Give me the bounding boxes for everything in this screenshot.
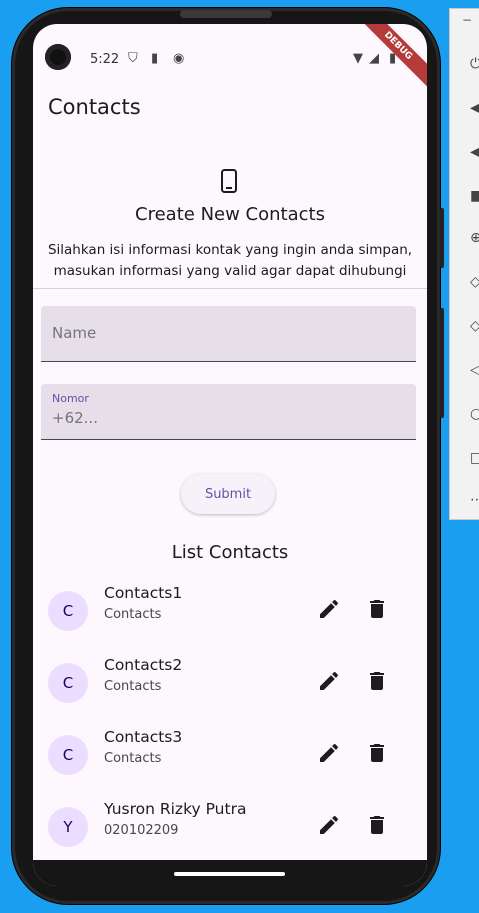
delete-icon[interactable] (365, 741, 389, 765)
avatar: C (48, 591, 88, 631)
sd-card-icon: ▮ (151, 51, 159, 66)
emulator-toolbar: − ⏻ ◀ ◀ ■ ⊕ ◇ ◇ ◁ ○ □ ⋯ (449, 8, 479, 520)
description-line-1: Silahkan isi informasi kontak yang ingin… (47, 242, 413, 258)
app-screen: DEBUG 5:22 ⛉ ▮ ◉ ▼ ◢ ▮ Contacts Create N… (33, 24, 427, 886)
submit-button[interactable]: Submit (181, 474, 275, 514)
nomor-label: Nomor (52, 392, 89, 405)
wifi-icon: ▼ (353, 51, 363, 66)
contact-number: Contacts (104, 679, 162, 694)
contact-name: Yusron Rizky Putra (104, 800, 247, 818)
more-icon[interactable]: ⋯ (470, 493, 479, 507)
notification-icon: ◉ (173, 51, 185, 66)
camera-icon[interactable]: ■ (470, 189, 479, 203)
overview-icon[interactable]: □ (470, 451, 479, 465)
edit-icon[interactable] (317, 597, 341, 621)
contact-number: Contacts (104, 607, 162, 622)
back-icon[interactable]: ◁ (470, 363, 479, 377)
avatar: C (48, 663, 88, 703)
edit-icon[interactable] (317, 813, 341, 837)
volume-button (440, 208, 444, 268)
speaker-grill (180, 10, 272, 18)
avatar: Y (48, 807, 88, 847)
minimize-icon[interactable]: − (462, 13, 472, 27)
create-title: Create New Contacts (135, 204, 325, 225)
edit-icon[interactable] (317, 741, 341, 765)
contact-name: Contacts2 (104, 656, 183, 674)
signal-icon: ◢ (369, 51, 379, 66)
name-field[interactable] (41, 306, 416, 362)
create-description: Silahkan isi informasi kontak yang ingin… (33, 240, 427, 282)
rotate-right-icon[interactable]: ◇ (470, 319, 479, 333)
power-button (440, 308, 444, 418)
contact-number: 020102209 (104, 823, 179, 838)
front-camera (45, 44, 71, 70)
name-input[interactable] (52, 324, 402, 342)
zoom-icon[interactable]: ⊕ (470, 231, 479, 245)
volume-up-icon[interactable]: ◀ (470, 101, 479, 115)
delete-icon[interactable] (365, 597, 389, 621)
contact-name: Contacts3 (104, 728, 183, 746)
list-item[interactable]: C Contacts3 Contacts (33, 727, 427, 799)
divider (33, 288, 427, 289)
nomor-field[interactable]: Nomor (41, 384, 416, 440)
smartphone-icon (221, 169, 237, 193)
status-time: 5:22 (90, 52, 120, 67)
contact-name: Contacts1 (104, 584, 183, 602)
page-title: Contacts (48, 95, 141, 119)
contact-number: Contacts (104, 751, 162, 766)
battery-icon: ▮ (389, 51, 397, 66)
status-bar: 5:22 ⛉ ▮ ◉ ▼ ◢ ▮ (33, 24, 427, 80)
list-title: List Contacts (171, 542, 289, 563)
list-item[interactable]: C Contacts2 Contacts (33, 655, 427, 727)
power-icon[interactable]: ⏻ (470, 57, 479, 71)
list-item[interactable]: C Contacts1 Contacts (33, 583, 427, 655)
home-gesture-handle[interactable] (174, 872, 285, 876)
volume-down-icon[interactable]: ◀ (470, 145, 479, 159)
rotate-left-icon[interactable]: ◇ (470, 275, 479, 289)
edit-icon[interactable] (317, 669, 341, 693)
avatar: C (48, 735, 88, 775)
delete-icon[interactable] (365, 813, 389, 837)
delete-icon[interactable] (365, 669, 389, 693)
shield-icon: ⛉ (128, 51, 138, 66)
description-line-2: masukan informasi yang valid agar dapat … (53, 263, 407, 279)
nomor-input[interactable] (52, 409, 402, 427)
home-icon[interactable]: ○ (470, 407, 479, 421)
